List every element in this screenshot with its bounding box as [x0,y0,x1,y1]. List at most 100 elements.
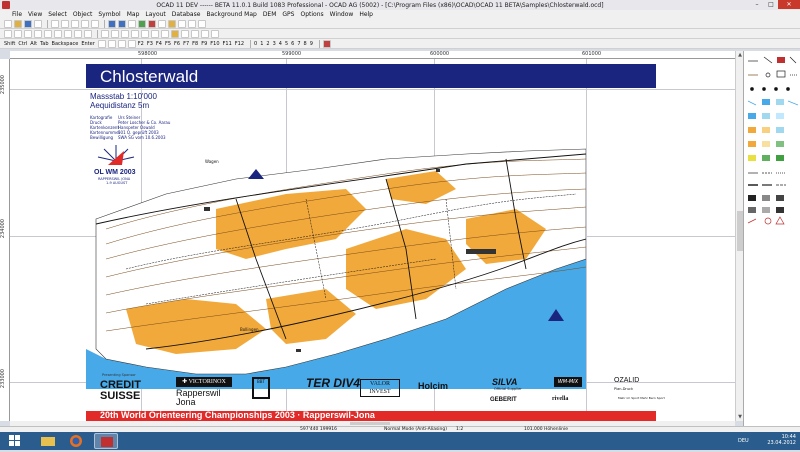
key-enter[interactable]: Enter [81,41,94,47]
smooth-icon[interactable] [161,29,169,38]
key-f6[interactable]: F6 [174,41,180,47]
zoom-out-icon[interactable] [118,19,126,28]
arrow-up-icon[interactable] [97,39,106,48]
key-f11[interactable]: F11 [223,41,232,47]
hand-icon[interactable] [128,19,136,28]
paste-icon[interactable] [71,19,79,28]
straight-line-icon[interactable] [64,29,72,38]
menu-background-map[interactable]: Background Map [206,11,256,18]
fill-icon[interactable] [171,29,179,38]
key-4[interactable]: 4 [279,41,282,47]
key-7[interactable]: 7 [297,41,300,47]
keyboard-icon[interactable] [322,39,331,48]
background-map-icon[interactable] [168,19,176,28]
key-8[interactable]: 8 [304,41,307,47]
text-tool-icon[interactable] [211,29,219,38]
minimize-button[interactable]: – [750,0,764,9]
gps-icon[interactable] [138,19,146,28]
menu-window[interactable]: Window [330,11,354,18]
menu-select[interactable]: Select [48,11,67,18]
key-5[interactable]: 5 [285,41,288,47]
menu-gps[interactable]: GPS [282,11,294,18]
copy-icon[interactable] [61,19,69,28]
menu-symbol[interactable]: Symbol [98,11,120,18]
cut-line-icon[interactable] [101,29,109,38]
key-f5[interactable]: F5 [165,41,171,47]
merge-icon[interactable] [121,29,129,38]
new-file-icon[interactable] [4,19,12,28]
menu-help[interactable]: Help [359,11,373,18]
rivella-logo: rivella [552,396,569,402]
key-2[interactable]: 2 [266,41,269,47]
arrow-right-icon[interactable] [127,39,136,48]
rectangle-mode-icon[interactable] [54,29,62,38]
firefox-task[interactable] [64,433,88,449]
menu-file[interactable]: File [12,11,22,18]
cut-hole-icon[interactable] [111,29,119,38]
key-9[interactable]: 9 [310,41,313,47]
arrow-left-icon[interactable] [117,39,126,48]
zoom-in-icon[interactable] [108,19,116,28]
key-f3[interactable]: F3 [147,41,153,47]
save-icon[interactable] [24,19,32,28]
menu-dem[interactable]: DEM [263,11,277,18]
maximize-button[interactable]: □ [764,0,778,9]
key-tab[interactable]: Tab [40,41,48,47]
close-button[interactable]: ✕ [778,0,800,9]
key-alt[interactable]: Alt [30,41,37,47]
key-f8[interactable]: F8 [192,41,198,47]
arrow-down-icon[interactable] [107,39,116,48]
reverse-icon[interactable] [151,29,159,38]
key-f7[interactable]: F7 [183,41,189,47]
course-setting-icon[interactable] [178,19,186,28]
map-canvas[interactable]: Chlosterwald Massstab 1:10'000 Aequidist… [10,59,735,421]
circle-mode-icon[interactable] [44,29,52,38]
key-6[interactable]: 6 [291,41,294,47]
edit-object-icon[interactable] [4,29,12,38]
key-1[interactable]: 1 [260,41,263,47]
key-backspace[interactable]: Backspace [52,41,79,47]
menu-view[interactable]: View [28,11,42,18]
database-icon[interactable] [148,19,156,28]
menu-layout[interactable]: Layout [145,11,165,18]
open-file-icon[interactable] [14,19,22,28]
mirror-icon[interactable] [201,29,209,38]
menu-options[interactable]: Options [300,11,323,18]
key-shift[interactable]: Shift [4,41,15,47]
input-language[interactable]: DEU [738,438,749,444]
key-3[interactable]: 3 [273,41,276,47]
ocad-task[interactable] [94,433,118,449]
key-ctrl[interactable]: Ctrl [18,41,27,47]
key-0[interactable]: 0 [254,41,257,47]
edit-point-icon[interactable] [14,29,22,38]
rotate-icon[interactable] [131,29,139,38]
dem-icon[interactable] [188,19,196,28]
ellipse-mode-icon[interactable] [34,29,42,38]
freehand-icon[interactable] [74,29,82,38]
undo-icon[interactable] [81,19,89,28]
measure-icon[interactable] [181,29,189,38]
explorer-task[interactable] [36,433,60,449]
snap-icon[interactable] [191,29,199,38]
system-clock[interactable]: 10:44 23.04.2012 [767,434,796,446]
help-icon[interactable] [198,19,206,28]
key-f9[interactable]: F9 [201,41,207,47]
cut-icon[interactable] [51,19,59,28]
numeric-mode-icon[interactable] [84,29,92,38]
vertical-scrollbar[interactable]: ▲ ▼ [735,51,743,421]
menu-map[interactable]: Map [127,11,140,18]
menu-object[interactable]: Object [73,11,93,18]
key-f12[interactable]: F12 [235,41,244,47]
key-f2[interactable]: F2 [138,41,144,47]
key-f10[interactable]: F10 [210,41,219,47]
ocad-app-icon[interactable] [2,1,10,9]
curve-mode-icon[interactable] [24,29,32,38]
layout-icon[interactable] [158,19,166,28]
stretch-icon[interactable] [141,29,149,38]
menu-database[interactable]: Database [172,11,201,18]
horizontal-scroll-thumb[interactable] [350,422,390,425]
print-icon[interactable] [34,19,42,28]
redo-icon[interactable] [91,19,99,28]
key-f4[interactable]: F4 [156,41,162,47]
windows-start-icon[interactable] [4,434,26,448]
